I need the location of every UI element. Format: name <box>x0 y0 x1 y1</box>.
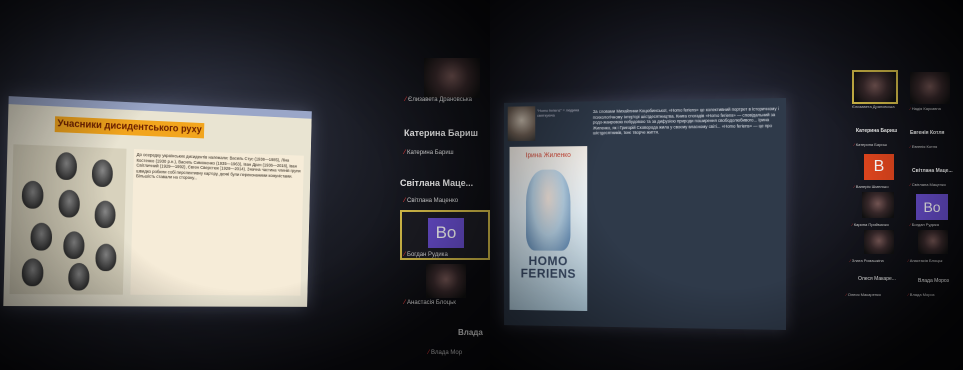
slide-header-band <box>8 96 312 119</box>
participant-name-bar: ⁄ Анастасія Блоцьк <box>908 258 942 263</box>
portrait-image <box>55 151 78 181</box>
portrait-image <box>30 222 53 251</box>
participant-video[interactable] <box>862 192 894 218</box>
participant-name: Евгенія Котля <box>911 144 938 149</box>
dissidents-photo-collage <box>9 144 127 295</box>
participant-name-bar: ⁄ Надія Каркавна <box>910 106 941 111</box>
participant-name-bar: ⁄ Світлана Маценко <box>910 182 946 187</box>
participant-name-bar: ⁄ Єлизавета Драновська <box>405 97 472 103</box>
participant-video[interactable] <box>864 230 894 254</box>
portrait-image <box>95 243 117 272</box>
slide-body-text: За словами Михайлини Коцюбинської, «Homo… <box>592 106 779 136</box>
participant-name: Анастасія Блоцьк <box>909 258 943 263</box>
portrait-image <box>67 262 90 291</box>
participant-video[interactable] <box>918 230 948 254</box>
right-meeting-photo: “Homo feriens” = людина святкуюча Ірина … <box>490 0 963 370</box>
participant-name: Олеся Макаренко <box>847 292 882 297</box>
participant-name-bar: ⁄ Катерина Бариш <box>404 150 454 156</box>
participant-name-bar: ⁄ Богдан Рудика <box>910 222 939 227</box>
participant-name-bar: ⁄ Світлана Маценко <box>404 198 458 204</box>
mic-muted-icon: ⁄ <box>404 300 406 306</box>
participant-name: Злата Ромашкіна <box>851 258 884 263</box>
slide-title: Учасники дисидентського руху <box>54 116 205 139</box>
participant-tile-name: Евгенія Котля <box>910 130 945 136</box>
book-author: Ірина Жиленко <box>525 152 571 160</box>
participant-name: Надія Каркавна <box>911 106 941 111</box>
participant-video[interactable] <box>426 264 466 298</box>
participant-name-bar: ⁄ Карина Приймачко <box>852 222 889 227</box>
participant-tile-name: Світлана Маце... <box>400 178 474 188</box>
mic-muted-icon: ⁄ <box>404 150 406 156</box>
participant-tile-name: Влада <box>458 328 483 337</box>
shared-slide-right: “Homo feriens” = людина святкуюча Ірина … <box>504 98 786 330</box>
author-photo <box>507 106 536 142</box>
portrait-image <box>58 189 81 218</box>
participant-name: Богдан Рудика <box>911 222 939 227</box>
participant-avatar[interactable]: Во <box>916 194 948 220</box>
participant-name: Світлана Маценко <box>911 182 946 187</box>
participant-name-bar: ⁄ Евгенія Котля <box>910 144 937 149</box>
mic-muted-icon: ⁄ <box>404 252 406 258</box>
participant-tile-name: Світлана Маце... <box>912 168 953 174</box>
cover-illustration <box>526 169 571 251</box>
participant-avatar: Во <box>428 218 464 248</box>
active-speaker-video[interactable] <box>852 70 898 104</box>
participant-name-bar: ⁄ Катерина Бариш <box>854 142 887 147</box>
mic-muted-icon: ⁄ <box>405 97 407 103</box>
book-title: HOMO FERIENS <box>520 253 576 281</box>
participant-name: Карина Приймачко <box>853 222 889 227</box>
participant-name: Влада Мор <box>431 350 463 356</box>
participant-name-bar: ⁄ Анастасія Блоцьк <box>404 300 456 306</box>
left-meeting-photo: Учасники дисидентського руху До осередку… <box>0 0 490 370</box>
participant-name: Єлизавета Драновська <box>408 97 472 103</box>
participant-tile-name: Влада Мороз <box>918 278 949 284</box>
participant-avatar[interactable]: B <box>864 154 894 180</box>
participant-video[interactable] <box>910 72 950 104</box>
portrait-image <box>94 200 116 229</box>
participant-name: Валерія Шмелько <box>855 184 889 189</box>
participant-name-bar: ⁄ Злата Ромашкіна <box>850 258 884 263</box>
portrait-image <box>91 159 114 188</box>
participant-video[interactable] <box>424 58 480 98</box>
participant-name-bar: ⁄ Богдан Рудика <box>404 252 448 258</box>
participant-name: Анастасія Блоцьк <box>407 300 456 306</box>
portrait-image <box>21 180 44 209</box>
participant-name-bar: ⁄ Влада Мороз <box>908 292 935 297</box>
mic-muted-icon: ⁄ <box>428 350 430 356</box>
participant-name-bar: ⁄ Олеся Макаренко <box>846 292 881 297</box>
portrait-image <box>21 258 44 287</box>
participant-name: Катерина Бариш <box>855 142 887 147</box>
slide-body-text: До осередку українських дисидентів належ… <box>130 149 304 296</box>
participant-name: Катерина Бариш <box>407 150 454 156</box>
participant-tile-name: Катерина Бариш <box>404 128 478 138</box>
book-cover: Ірина Жиленко HOMO FERIENS <box>509 146 588 312</box>
slide-quote: “Homo feriens” = людина святкуюча <box>537 107 580 118</box>
shared-slide-left: Учасники дисидентського руху До осередку… <box>3 96 312 307</box>
participant-name-bar: Єлизавета Драновська <box>852 104 895 109</box>
participant-name: Богдан Рудика <box>407 252 448 258</box>
portrait-image <box>63 231 85 260</box>
mic-muted-icon: ⁄ <box>404 198 406 204</box>
participant-name-bar: ⁄ Влада Мор <box>428 350 462 356</box>
participant-name: Світлана Маценко <box>407 198 459 204</box>
participant-tile-name: Олеся Макаре... <box>858 276 896 282</box>
participant-tile-name: Катерина Бариш <box>856 128 898 134</box>
participant-name-bar: ⁄ Валерія Шмелько <box>854 184 889 189</box>
participant-name: Влада Мороз <box>909 292 935 297</box>
